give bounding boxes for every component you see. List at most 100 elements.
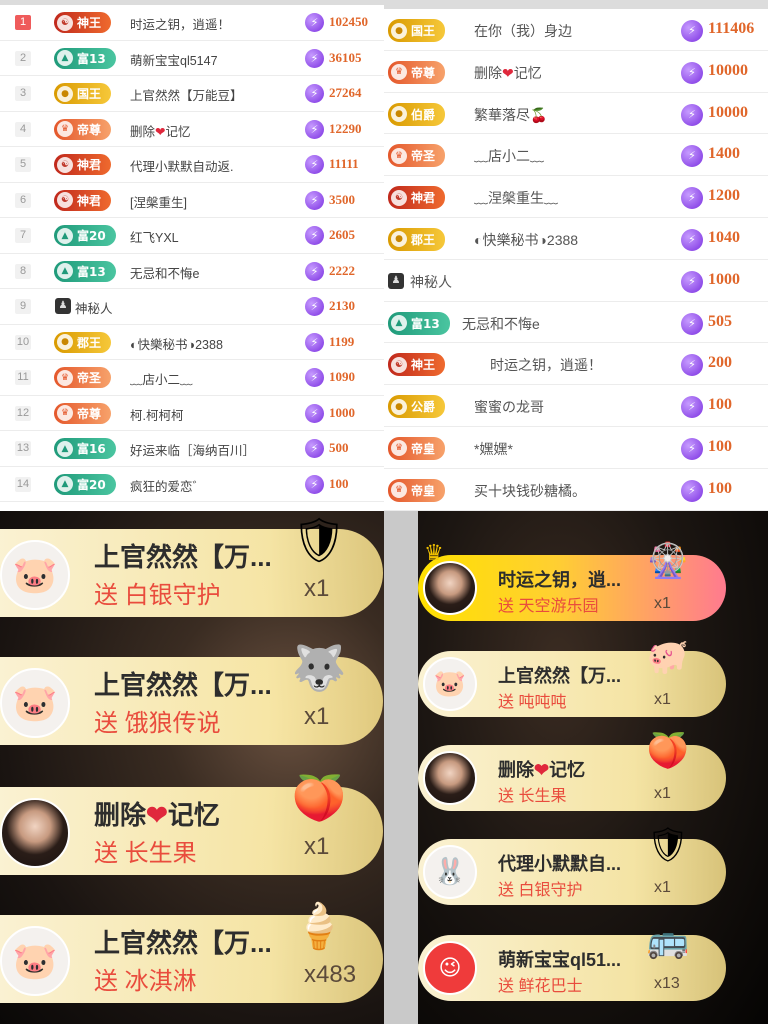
leaderboard-row[interactable]: 4 ♛ 帝尊 删除❤记忆 ⚡ 12290 <box>0 112 384 147</box>
username[interactable]: 蜜蜜の龙哥 <box>474 397 544 417</box>
username[interactable]: [涅槃重生] <box>130 192 187 211</box>
level-icon: ▲ <box>57 227 73 244</box>
username[interactable]: 时运之钥，逍遥！ <box>490 355 602 375</box>
username[interactable]: 无忌和不悔e <box>130 263 199 282</box>
username[interactable]: ◐快樂秘书◑2388 <box>130 334 223 353</box>
pig-avatar[interactable]: 🐷 <box>0 926 70 996</box>
leaderboard-row[interactable]: ♛ 帝尊 删除❤记忆 ⚡ 10000 <box>384 51 768 93</box>
sender-name[interactable]: 代理小默默自... <box>498 850 621 876</box>
leaderboard-row[interactable]: 13 ▲ 富16 好运来临［海纳百川］ ⚡ 500 <box>0 431 384 467</box>
leaderboard-row[interactable]: 6 ☯ 神君 [涅槃重生] ⚡ 3500 <box>0 183 384 218</box>
sender-name[interactable]: 删除❤记忆 <box>94 795 220 832</box>
level-badge: ☯ 神君 <box>54 154 112 175</box>
sender-name-part: 记忆 <box>167 800 220 830</box>
leaderboard-row[interactable]: ● 国王 在你（我）身边 ⚡ 111406 <box>384 9 768 51</box>
sender-name[interactable]: 上官然然【万... <box>94 665 272 702</box>
level-badge: ☯ 神王 <box>388 353 446 377</box>
pig-avatar[interactable]: 🐷 <box>423 657 477 711</box>
girl-avatar[interactable] <box>423 561 477 615</box>
gift-quantity: x1 <box>654 785 671 802</box>
girl-avatar[interactable] <box>0 798 70 868</box>
leaderboard-row[interactable]: 3 ● 国王 上官然然【万能豆】 ⚡ 27264 <box>0 76 384 112</box>
lightning-coin-icon: ⚡ <box>305 439 324 458</box>
leaderboard-row[interactable]: ☯ 神王 时运之钥，逍遥！ ⚡ 200 <box>384 343 768 386</box>
username[interactable]: 红飞YXL <box>130 227 179 246</box>
username[interactable]: 时运之钥，逍遥！ <box>130 14 230 33</box>
lightning-coin-icon: ⚡ <box>305 226 324 245</box>
username[interactable]: ﹏店小二﹏ <box>130 369 193 388</box>
leaderboard-row[interactable]: ♛ 帝皇 *嫼嫼* ⚡ 100 <box>384 427 768 469</box>
leaderboard-row[interactable]: 5 ☯ 神君 代理小默默自动返. ⚡ 11111 <box>0 147 384 183</box>
username[interactable]: 删除❤记忆 <box>474 63 542 83</box>
leaderboard-row[interactable]: 1 ☯ 神王 时运之钥，逍遥！ ⚡ 102450 <box>0 5 384 41</box>
sender-name-part: 记忆 <box>549 760 586 780</box>
username[interactable]: 柯.柯柯柯 <box>130 405 183 424</box>
pig-avatar[interactable]: 🐷 <box>0 668 70 738</box>
crown-icon: ♛ <box>424 541 444 566</box>
username[interactable]: 代理小默默自动返. <box>130 156 233 175</box>
leaderboard-row[interactable]: ♛ 帝圣 ﹏店小二﹏ ⚡ 1400 <box>384 134 768 177</box>
pig-avatar[interactable]: 🐷 <box>0 540 70 610</box>
leaderboard-row[interactable]: 14 ▲ 富20 疯狂的爱恋゛ ⚡ 100 <box>0 467 384 502</box>
sender-name[interactable]: 删除❤记忆 <box>498 756 585 782</box>
leaderboard-row[interactable]: 8 ▲ 富13 无忌和不悔e ⚡ 2222 <box>0 254 384 289</box>
rabbit-avatar[interactable]: 🐰 <box>423 845 477 899</box>
leaderboard-row[interactable]: ▲ 富13 无忌和不悔e ⚡ 505 <box>384 302 768 344</box>
girl-avatar[interactable] <box>423 751 477 805</box>
rank-number: 4 <box>15 121 31 137</box>
username[interactable]: 疯狂的爱恋゛ <box>130 476 205 495</box>
username[interactable]: ◐快樂秘书◑2388 <box>474 230 578 250</box>
heart-icon: ❤ <box>146 800 168 830</box>
leaderboard-row[interactable]: 10 ● 郡王 ◐快樂秘书◑2388 ⚡ 1199 <box>0 325 384 360</box>
sender-name[interactable]: 萌新宝宝ql51... <box>498 946 621 972</box>
sender-name[interactable]: 时运之钥，逍... <box>498 566 621 592</box>
username[interactable]: 萌新宝宝ql5147 <box>130 50 218 69</box>
username[interactable]: 神秘人 <box>75 298 113 317</box>
sender-name[interactable]: 上官然然【万... <box>94 537 272 574</box>
username[interactable]: ﹏涅槃重生﹏ <box>474 188 558 208</box>
leaderboard-row[interactable]: 9 ♟ 神秘人 ⚡ 2130 <box>0 289 384 325</box>
level-label: 郡王 <box>77 335 102 350</box>
lightning-coin-icon: ⚡ <box>305 48 324 68</box>
leaderboard-row[interactable]: ● 郡王 ◐快樂秘书◑2388 ⚡ 1040 <box>384 218 768 260</box>
contribution-amount: 100 <box>708 479 732 497</box>
gift-name: 送 鲜花巴士 <box>498 978 583 995</box>
heart-icon: ❤ <box>502 64 514 81</box>
sender-name[interactable]: 上官然然【万... <box>498 662 621 688</box>
level-badge: ♛ 帝圣 <box>388 144 446 168</box>
leaderboard-row[interactable]: 11 ♛ 帝圣 ﹏店小二﹏ ⚡ 1090 <box>0 360 384 396</box>
username[interactable]: 神秘人 <box>410 272 452 292</box>
leaderboard-row[interactable]: 12 ♛ 帝尊 柯.柯柯柯 ⚡ 1000 <box>0 396 384 431</box>
sender-name[interactable]: 上官然然【万... <box>94 923 272 960</box>
leaderboard-row[interactable]: ♛ 帝皇 买十块钱砂糖橘。 ⚡ 100 <box>384 469 768 511</box>
username[interactable]: 删除❤记忆 <box>130 121 191 140</box>
level-badge: ▲ 富20 <box>54 473 116 495</box>
leaderboard-row[interactable]: 7 ▲ 富20 红飞YXL ⚡ 2605 <box>0 218 384 254</box>
username[interactable]: 上官然然【万能豆】 <box>130 85 243 104</box>
username[interactable]: 繁華落尽🍒 <box>474 105 547 125</box>
rank-number: 8 <box>15 263 31 279</box>
username[interactable]: 买十块钱砂糖橘。 <box>474 481 586 501</box>
level-label: 神君 <box>411 191 436 206</box>
username[interactable]: 好运来临［海纳百川］ <box>130 440 255 459</box>
lightning-coin-icon: ⚡ <box>681 312 703 335</box>
leaderboard-row[interactable]: ● 伯爵 繁華落尽🍒 ⚡ 10000 <box>384 93 768 135</box>
username[interactable]: ﹏店小二﹏ <box>474 146 544 166</box>
level-icon: ☯ <box>57 14 73 31</box>
red-face-avatar[interactable]: 😉 <box>423 941 477 995</box>
level-badge: ▲ 富13 <box>388 311 450 335</box>
username[interactable]: 无忌和不悔e <box>462 314 540 334</box>
level-label: 郡王 <box>411 232 436 247</box>
leaderboard-row[interactable]: 2 ▲ 富13 萌新宝宝ql5147 ⚡ 36105 <box>0 41 384 76</box>
username[interactable]: 在你（我）身边 <box>474 21 572 41</box>
leaderboard-row[interactable]: ☯ 神君 ﹏涅槃重生﹏ ⚡ 1200 <box>384 176 768 218</box>
username[interactable]: *嫼嫼* <box>474 439 513 459</box>
level-badge: ☯ 神君 <box>54 189 112 211</box>
leaderboard-row[interactable]: ● 公爵 蜜蜜の龙哥 ⚡ 100 <box>384 385 768 427</box>
level-badge: ♛ 帝圣 <box>54 367 112 388</box>
leaderboard-row[interactable]: ♟ 神秘人 ⚡ 1000 <box>384 260 768 302</box>
contribution-amount: 1400 <box>708 145 740 163</box>
level-icon: ♛ <box>57 369 73 386</box>
level-icon: ● <box>391 106 407 123</box>
lightning-coin-icon: ⚡ <box>305 190 324 210</box>
